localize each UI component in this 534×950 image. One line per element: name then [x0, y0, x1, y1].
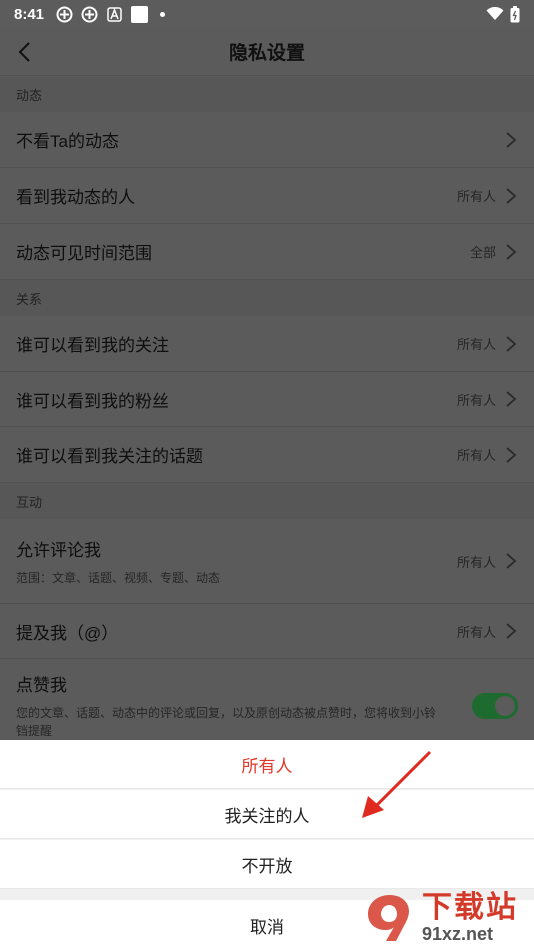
status-bar: 8:41 — [0, 0, 534, 28]
back-arrow-icon[interactable] — [14, 40, 38, 64]
toggle-knob — [495, 696, 515, 716]
row-label: 允许评论我 — [16, 540, 101, 560]
row-like-me: 点赞我 您的文章、话题、动态中的评论或回复，以及原创动态被点赞时，您将收到小铃铛… — [0, 659, 534, 740]
option-everyone[interactable]: 所有人 — [0, 740, 534, 789]
row-label: 不看Ta的动态 — [16, 132, 119, 151]
row-see-topics[interactable]: 谁可以看到我关注的话题 所有人 — [0, 427, 534, 483]
watermark-logo-icon — [368, 895, 409, 941]
row-subtitle: 您的文章、话题、动态中的评论或回复，以及原创动态被点赞时，您将收到小铃铛提醒 — [16, 706, 437, 738]
section-header-interaction: 互动 — [0, 483, 534, 519]
row-label: 点赞我 — [16, 676, 67, 695]
row-hide-ta-dynamics[interactable]: 不看Ta的动态 — [0, 112, 534, 168]
watermark-url: 91xz.net — [422, 924, 494, 944]
site-watermark: 下载站 91xz.net — [360, 888, 530, 948]
row-value: 全部 — [469, 245, 496, 260]
chevron-right-icon — [506, 446, 517, 463]
section-header-relations: 关系 — [0, 280, 534, 316]
battery-icon — [510, 5, 520, 22]
row-value: 所有人 — [456, 337, 496, 352]
row-see-fans[interactable]: 谁可以看到我的粉丝 所有人 — [0, 372, 534, 427]
row-text-stack: 允许评论我 范围：文章、话题、视频、专题、动态 — [16, 536, 220, 587]
row-value: 所有人 — [456, 448, 496, 463]
row-see-my-dynamics[interactable]: 看到我动态的人 所有人 — [0, 168, 534, 224]
row-visible-time-range[interactable]: 动态可见时间范围 全部 — [0, 224, 534, 280]
row-value: 所有人 — [456, 189, 496, 204]
row-label: 谁可以看到我的粉丝 — [16, 391, 169, 411]
chevron-right-icon — [506, 391, 517, 407]
app-notification-icon-2 — [81, 6, 98, 23]
app-header: 隐私设置 — [0, 28, 534, 76]
row-label: 谁可以看到我的关注 — [16, 336, 169, 355]
row-mention-me[interactable]: 提及我（@） 所有人 — [0, 604, 534, 659]
row-label: 动态可见时间范围 — [16, 244, 152, 263]
section-label: 动态 — [16, 88, 43, 103]
option-people-i-follow[interactable]: 我关注的人 — [0, 790, 534, 839]
watermark-title: 下载站 — [422, 891, 518, 924]
row-label: 提及我（@） — [16, 623, 119, 643]
row-value: 所有人 — [456, 392, 496, 408]
section-header-dynamics: 动态 — [0, 77, 534, 112]
row-value: 所有人 — [456, 554, 496, 570]
section-label: 关系 — [16, 291, 43, 307]
row-text-stack: 点赞我 您的文章、话题、动态中的评论或回复，以及原创动态被点赞时，您将收到小铃铛… — [16, 671, 436, 740]
more-notifications-dot-icon — [160, 11, 166, 17]
option-not-open[interactable]: 不开放 — [0, 840, 534, 889]
font-app-icon — [106, 6, 123, 23]
chevron-right-icon — [506, 623, 517, 639]
row-label: 谁可以看到我关注的话题 — [16, 447, 203, 466]
row-see-following[interactable]: 谁可以看到我的关注 所有人 — [0, 316, 534, 372]
status-time: 8:41 — [14, 5, 45, 23]
section-label: 互动 — [16, 494, 43, 510]
row-value: 所有人 — [456, 624, 496, 640]
chevron-right-icon — [506, 187, 517, 204]
chevron-right-icon — [506, 243, 517, 260]
row-subtitle: 范围：文章、话题、视频、专题、动态 — [16, 570, 221, 585]
watermark-text: 下载站 91xz.net — [422, 891, 518, 945]
page-title: 隐私设置 — [228, 43, 305, 64]
wifi-icon — [486, 7, 504, 20]
chevron-right-icon — [506, 553, 517, 569]
row-allow-comment[interactable]: 允许评论我 范围：文章、话题、视频、专题、动态 所有人 — [0, 519, 534, 604]
app-notification-icon — [56, 6, 73, 23]
row-label: 看到我动态的人 — [16, 188, 135, 207]
like-toggle-switch[interactable] — [472, 693, 518, 719]
chevron-right-icon — [506, 335, 517, 352]
white-square-icon — [131, 5, 149, 23]
chevron-right-icon — [506, 131, 517, 148]
